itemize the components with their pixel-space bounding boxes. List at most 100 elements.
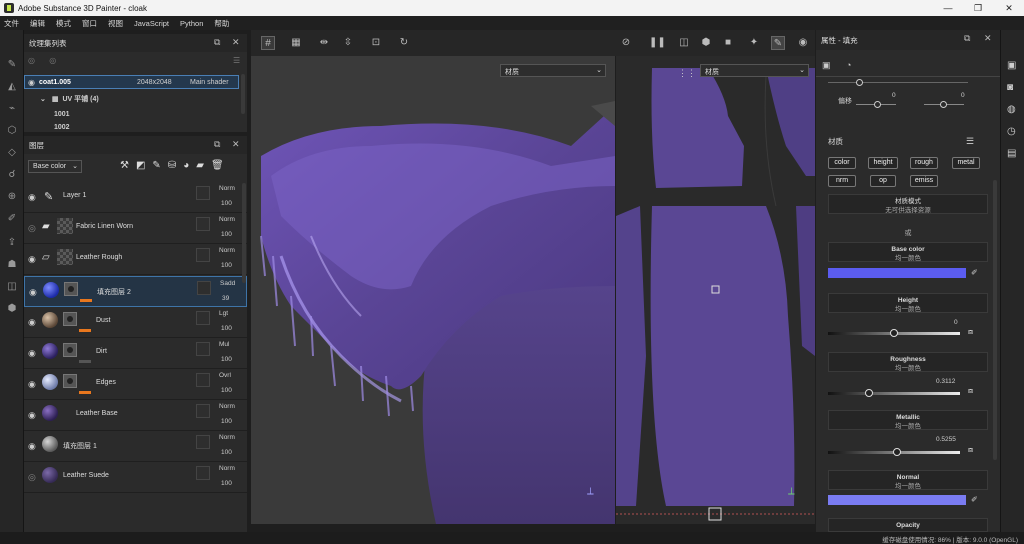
delete-layer-icon[interactable]: 🗑	[211, 160, 231, 171]
channel-chip-color[interactable]: color	[828, 157, 856, 169]
mask-thumbnail[interactable]	[63, 343, 77, 357]
eyedropper-icon[interactable]: ✐	[971, 268, 978, 277]
metallic-slider-knob[interactable]	[893, 448, 902, 456]
roughness-slider[interactable]	[828, 389, 960, 397]
channel-chip-emiss[interactable]: emiss	[910, 175, 938, 187]
uv-material-dropdown[interactable]: 材质 ⌄	[700, 64, 809, 77]
scale-slider-track[interactable]	[828, 82, 968, 83]
normal-box[interactable]: Normal 均一颜色	[828, 470, 988, 490]
layer-row[interactable]: ◉ 填充图层 1 Norm 100	[24, 431, 247, 462]
opacity-box[interactable]: Opacity	[828, 518, 988, 532]
float-panel-icon[interactable]: ⧉	[214, 37, 220, 48]
eyedropper-icon[interactable]: ✐	[971, 495, 978, 504]
symmetry-x-icon[interactable]: ⇹	[317, 36, 331, 50]
layer-mask-slot[interactable]	[197, 281, 211, 295]
metallic-box[interactable]: Metallic 均一颜色	[828, 410, 988, 430]
menu-mode[interactable]: 模式	[56, 18, 71, 29]
viewport-material-dropdown[interactable]: 材质 ⌄	[500, 64, 606, 77]
add-paint-layer-icon[interactable]: ✎	[152, 160, 167, 171]
layer-opacity[interactable]: 100	[221, 262, 232, 269]
material-mode-box[interactable]: 材质模式 无可供选择资源	[828, 194, 988, 214]
log-icon[interactable]: ▤	[1007, 148, 1016, 159]
channel-chip-height[interactable]: height	[868, 157, 898, 169]
display-settings-icon[interactable]: ◫	[5, 280, 19, 294]
cube-icon[interactable]: ⬢	[699, 36, 713, 50]
value-picker-icon[interactable]: ⧈	[968, 327, 973, 337]
value-picker-icon[interactable]: ⧈	[968, 386, 973, 396]
height-slider[interactable]	[828, 329, 960, 337]
uv-viewport[interactable]: 材质 ⌄ ⋮⋮ ⟂	[616, 56, 815, 524]
add-fill-layer-icon[interactable]: ⛁	[168, 160, 183, 171]
blend-mode[interactable]: Norm	[219, 247, 235, 254]
add-effect-icon[interactable]: ⚒	[120, 160, 136, 171]
menu-window[interactable]: 窗口	[82, 18, 97, 29]
layer-opacity[interactable]: 100	[221, 356, 232, 363]
blend-mode[interactable]: Mul	[219, 341, 229, 348]
blend-mode[interactable]: Norm	[219, 216, 235, 223]
menu-edit[interactable]: 编辑	[30, 18, 45, 29]
menu-python[interactable]: Python	[180, 19, 203, 28]
layer-mask-slot[interactable]	[196, 342, 210, 356]
visibility-icon[interactable]: ◎	[28, 56, 35, 65]
float-panel-icon[interactable]: ⧉	[964, 33, 970, 44]
layer-row[interactable]: ◉ Dust Lgt 100	[24, 307, 247, 338]
pause-icon[interactable]: ❚❚	[649, 36, 666, 50]
blend-mode[interactable]: Ovrl	[219, 372, 231, 379]
value-picker-icon[interactable]: ⧈	[968, 445, 973, 455]
layer-mask-slot[interactable]	[196, 217, 210, 231]
layer-row[interactable]: ◉ ▱ Leather Rough Norm 100	[24, 244, 247, 275]
material-menu-icon[interactable]: ☰	[966, 136, 974, 147]
add-smart-material-icon[interactable]: ◕	[183, 160, 196, 171]
eye-icon[interactable]: ◉	[28, 317, 36, 328]
channel-dropdown[interactable]: Base color ⌄	[28, 160, 82, 173]
normal-color-swatch[interactable]	[828, 495, 966, 505]
layer-mask-slot[interactable]	[196, 248, 210, 262]
eye-icon[interactable]: ◎	[28, 223, 36, 234]
eye-icon[interactable]: ◉	[28, 441, 36, 452]
polygon-fill-icon[interactable]: ◇	[5, 146, 19, 160]
close-panel-icon[interactable]: ✕	[232, 37, 240, 48]
paint-brush-icon[interactable]: ✎	[5, 58, 19, 72]
hide-icon[interactable]: ⊘	[619, 36, 633, 50]
layer-mask-slot[interactable]	[196, 311, 210, 325]
eye-icon[interactable]: ◉	[28, 379, 36, 390]
menu-javascript[interactable]: JavaScript	[134, 19, 169, 28]
eye-icon[interactable]: ◉	[28, 348, 36, 359]
texture-set-row[interactable]: ◉ coat1.005 2048x2048 Main shader	[24, 75, 239, 89]
menu-icon[interactable]: ☰	[233, 56, 240, 65]
blend-mode[interactable]: Norm	[219, 403, 235, 410]
base-color-swatch[interactable]	[828, 268, 966, 278]
layer-row[interactable]: ◉ Leather Base Norm 100	[24, 400, 247, 431]
channel-chip-metal[interactable]: metal	[952, 157, 980, 169]
float-panel-icon[interactable]: ⧉	[214, 139, 220, 150]
offset-y-knob[interactable]	[940, 101, 947, 108]
shelf-icon[interactable]: ▣	[1007, 60, 1016, 71]
uv-tiles-row[interactable]: ⌄ ▦ UV 平铺 (4)	[24, 92, 239, 106]
layer-row[interactable]: ◉ ✎ Layer 1 Norm 100	[24, 182, 247, 213]
properties-scrollbar[interactable]	[993, 180, 997, 460]
layer-opacity[interactable]: 100	[221, 480, 232, 487]
link-icon[interactable]: ◎	[49, 56, 56, 65]
mask-tab-icon[interactable]: ◔	[846, 60, 851, 70]
layer-opacity[interactable]: 100	[221, 325, 232, 332]
layer-opacity[interactable]: 100	[221, 449, 232, 456]
geometry-fill-icon[interactable]: ⬡	[5, 124, 19, 138]
layer-row[interactable]: ◎ ▰ Fabric Linen Worn Norm 100	[24, 213, 247, 244]
menu-view[interactable]: 视图	[108, 18, 123, 29]
mask-thumbnail[interactable]	[63, 312, 77, 326]
channel-chip-rough[interactable]: rough	[910, 157, 938, 169]
eye-icon[interactable]: ◉	[29, 287, 37, 298]
layer-opacity[interactable]: 100	[221, 418, 232, 425]
layer-opacity[interactable]: 100	[221, 387, 232, 394]
layer-row[interactable]: ◉ Dirt Mul 100	[24, 338, 247, 369]
metallic-slider[interactable]	[828, 448, 960, 456]
layer-mask-slot[interactable]	[196, 435, 210, 449]
height-box[interactable]: Height 均一颜色	[828, 293, 988, 313]
mask-thumbnail[interactable]	[64, 282, 78, 296]
layer-mask-slot[interactable]	[196, 404, 210, 418]
fill-tab-icon[interactable]: ▣	[822, 60, 831, 71]
height-slider-knob[interactable]	[890, 329, 898, 337]
clone-icon[interactable]: ⊕	[5, 190, 19, 204]
eye-icon[interactable]: ◉	[28, 78, 35, 87]
projection-icon[interactable]: ⌁	[5, 102, 19, 116]
